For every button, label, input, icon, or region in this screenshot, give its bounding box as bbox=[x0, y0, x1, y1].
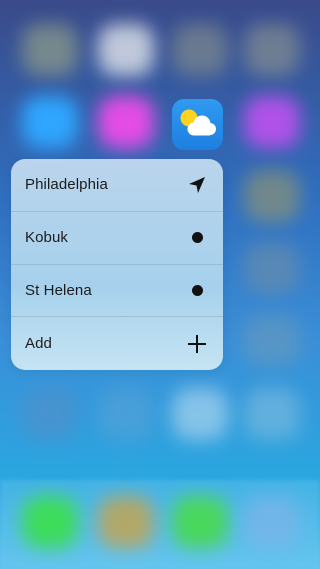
quick-action-label: St Helena bbox=[25, 281, 92, 299]
quick-action-menu: Philadelphia Kobuk St Helena Add bbox=[11, 159, 223, 370]
quick-action-label: Kobuk bbox=[25, 229, 69, 247]
plus-icon bbox=[186, 333, 208, 355]
blurred-app-icon bbox=[98, 388, 154, 440]
quick-action-philadelphia[interactable]: Philadelphia bbox=[11, 159, 223, 212]
blurred-app-icon bbox=[244, 242, 300, 294]
blurred-app-icon bbox=[172, 388, 228, 440]
weather-app-icon[interactable] bbox=[172, 99, 223, 150]
blurred-app-icon bbox=[98, 96, 154, 148]
quick-action-label: Philadelphia bbox=[25, 176, 108, 194]
blurred-app-icon bbox=[22, 96, 78, 148]
blurred-app-icon bbox=[244, 170, 300, 222]
blurred-app-icon bbox=[244, 96, 300, 148]
location-arrow-icon bbox=[186, 174, 208, 196]
blurred-dock-icon bbox=[98, 496, 154, 548]
blurred-app-icon bbox=[22, 24, 78, 76]
quick-action-add[interactable]: Add bbox=[11, 317, 223, 370]
dot-icon bbox=[186, 227, 208, 249]
quick-action-kobuk[interactable]: Kobuk bbox=[11, 212, 223, 265]
blurred-app-icon bbox=[244, 24, 300, 76]
blurred-app-icon bbox=[244, 314, 300, 366]
blurred-app-icon bbox=[22, 388, 78, 440]
quick-action-st-helena[interactable]: St Helena bbox=[11, 265, 223, 318]
blurred-dock-icon bbox=[172, 496, 228, 548]
blurred-app-icon bbox=[172, 24, 228, 76]
quick-action-label: Add bbox=[25, 335, 52, 353]
blurred-dock-icon bbox=[22, 496, 78, 548]
sun-cloud-icon bbox=[180, 109, 216, 136]
blurred-dock-icon bbox=[244, 496, 300, 548]
blurred-app-icon bbox=[98, 24, 154, 76]
blurred-app-icon bbox=[244, 388, 300, 440]
dot-icon bbox=[186, 279, 208, 301]
